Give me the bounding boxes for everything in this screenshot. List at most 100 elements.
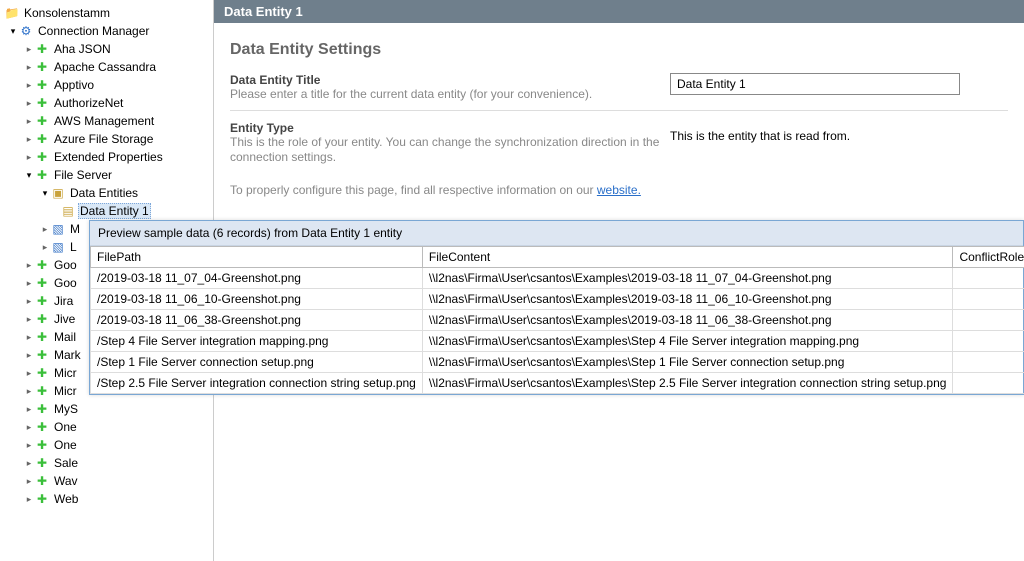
tree-item-apache-cassandra[interactable]: ▸✚Apache Cassandra <box>0 58 213 76</box>
preview-popup[interactable]: Preview sample data (6 records) from Dat… <box>89 220 1024 395</box>
misc-icon: ▧ <box>50 240 66 254</box>
field-type-row: Entity Type This is the role of your ent… <box>230 121 1008 165</box>
tree-item-label: Micr <box>52 365 79 381</box>
caret-icon: ▸ <box>24 116 34 127</box>
table-cell: /2019-03-18 11_06_38-Greenshot.png <box>91 310 423 331</box>
tree-item-authorizenet[interactable]: ▸✚AuthorizeNet <box>0 94 213 112</box>
plug-icon: ✚ <box>34 60 50 74</box>
settings-panel: Data Entity Settings Data Entity Title P… <box>214 23 1024 207</box>
tree-item-data-entities[interactable]: ▾▣Data Entities <box>0 184 213 202</box>
entity-icon: ▤ <box>60 204 76 218</box>
tree-root[interactable]: 📁 Konsolenstamm <box>0 4 213 22</box>
plug-icon: ✚ <box>34 276 50 290</box>
plug-icon: ✚ <box>34 150 50 164</box>
tree-item-label: Aha JSON <box>52 41 113 57</box>
tree-item-label: Data Entities <box>68 185 140 201</box>
title-input[interactable] <box>670 73 960 95</box>
tree-connection-manager[interactable]: ▾ ⚙ Connection Manager <box>0 22 213 40</box>
title-label: Data Entity Title <box>230 73 670 87</box>
settings-heading: Data Entity Settings <box>230 41 1008 59</box>
plug-icon: ✚ <box>34 474 50 488</box>
table-cell: /2019-03-18 11_07_04-Greenshot.png <box>91 268 423 289</box>
plug-icon: ✚ <box>34 330 50 344</box>
tree-item-apptivo[interactable]: ▸✚Apptivo <box>0 76 213 94</box>
tree-item-aha-json[interactable]: ▸✚Aha JSON <box>0 40 213 58</box>
tree-item-label: Sale <box>52 455 80 471</box>
caret-icon: ▸ <box>40 224 50 235</box>
plug-icon: ✚ <box>34 258 50 272</box>
tree-item-label: Jive <box>52 311 77 327</box>
plug-icon: ✚ <box>34 312 50 326</box>
preview-table[interactable]: FilePathFileContentConflictRoleModified … <box>90 246 1024 394</box>
tree-item-wav[interactable]: ▸✚Wav <box>0 472 213 490</box>
tree-item-label: One <box>52 437 79 453</box>
plug-icon: ✚ <box>34 492 50 506</box>
caret-icon: ▸ <box>24 260 34 271</box>
tree-item-web[interactable]: ▸✚Web <box>0 490 213 508</box>
preview-title: Preview sample data (6 records) from Dat… <box>90 221 1023 246</box>
caret-icon: ▸ <box>24 62 34 73</box>
plug-icon: ✚ <box>34 78 50 92</box>
table-row[interactable]: /2019-03-18 11_06_38-Greenshot.png\\l2na… <box>91 310 1024 331</box>
tree-item-sale[interactable]: ▸✚Sale <box>0 454 213 472</box>
tree-item-label: Jira <box>52 293 75 309</box>
caret-icon: ▸ <box>24 332 34 343</box>
column-header[interactable]: FilePath <box>91 247 423 268</box>
column-header[interactable]: FileContent <box>422 247 953 268</box>
table-cell: /Step 2.5 File Server integration connec… <box>91 373 423 394</box>
tree-item-label: Goo <box>52 275 79 291</box>
type-label: Entity Type <box>230 121 670 135</box>
tree-root-label: Konsolenstamm <box>22 5 112 21</box>
config-note-text: To properly configure this page, find al… <box>230 183 597 197</box>
caret-icon: ▸ <box>24 458 34 469</box>
type-value: This is the entity that is read from. <box>670 129 1008 143</box>
tree-item-label: Extended Properties <box>52 149 165 165</box>
table-cell <box>953 289 1024 310</box>
caret-icon: ▸ <box>24 476 34 487</box>
plug-icon: ✚ <box>34 384 50 398</box>
table-row[interactable]: /Step 4 File Server integration mapping.… <box>91 331 1024 352</box>
plug-icon: ✚ <box>34 348 50 362</box>
caret-icon: ▸ <box>24 80 34 91</box>
caret-icon: ▸ <box>24 386 34 397</box>
table-cell: \\l2nas\Firma\User\csantos\Examples\2019… <box>422 268 953 289</box>
caret-icon: ▸ <box>24 278 34 289</box>
tree-item-label: MyS <box>52 401 80 417</box>
config-note: To properly configure this page, find al… <box>230 183 1008 197</box>
tree-item-label: One <box>52 419 79 435</box>
type-help: This is the role of your entity. You can… <box>230 135 670 165</box>
tree-item-one[interactable]: ▸✚One <box>0 436 213 454</box>
box-icon: ▣ <box>50 186 66 200</box>
caret-icon: ▸ <box>40 242 50 253</box>
website-link[interactable]: website. <box>597 183 641 197</box>
tree-item-extended-properties[interactable]: ▸✚Extended Properties <box>0 148 213 166</box>
plug-icon: ✚ <box>34 294 50 308</box>
table-cell <box>953 373 1024 394</box>
field-title-row: Data Entity Title Please enter a title f… <box>230 73 1008 102</box>
table-cell: /Step 1 File Server connection setup.png <box>91 352 423 373</box>
plug-icon: ✚ <box>34 132 50 146</box>
title-help: Please enter a title for the current dat… <box>230 87 670 102</box>
tree-item-data-entity-1[interactable]: ▤Data Entity 1 <box>0 202 213 220</box>
tree-cm-label: Connection Manager <box>36 23 151 39</box>
tree-item-mys[interactable]: ▸✚MyS <box>0 400 213 418</box>
tree-item-label: Apache Cassandra <box>52 59 158 75</box>
caret-icon: ▾ <box>40 188 50 199</box>
table-cell: \\l2nas\Firma\User\csantos\Examples\Step… <box>422 331 953 352</box>
tree-item-label: AuthorizeNet <box>52 95 125 111</box>
caret-icon: ▸ <box>24 296 34 307</box>
table-row[interactable]: /2019-03-18 11_07_04-Greenshot.png\\l2na… <box>91 268 1024 289</box>
tree-item-aws-management[interactable]: ▸✚AWS Management <box>0 112 213 130</box>
table-cell <box>953 310 1024 331</box>
tree-item-one[interactable]: ▸✚One <box>0 418 213 436</box>
caret-icon: ▸ <box>24 98 34 109</box>
table-row[interactable]: /Step 2.5 File Server integration connec… <box>91 373 1024 394</box>
plug-icon: ✚ <box>34 420 50 434</box>
tree-item-file-server[interactable]: ▾✚File Server <box>0 166 213 184</box>
table-row[interactable]: /Step 1 File Server connection setup.png… <box>91 352 1024 373</box>
caret-icon: ▸ <box>24 368 34 379</box>
column-header[interactable]: ConflictRole <box>953 247 1024 268</box>
tree-item-label: Web <box>52 491 80 507</box>
tree-item-azure-file-storage[interactable]: ▸✚Azure File Storage <box>0 130 213 148</box>
table-row[interactable]: /2019-03-18 11_06_10-Greenshot.png\\l2na… <box>91 289 1024 310</box>
